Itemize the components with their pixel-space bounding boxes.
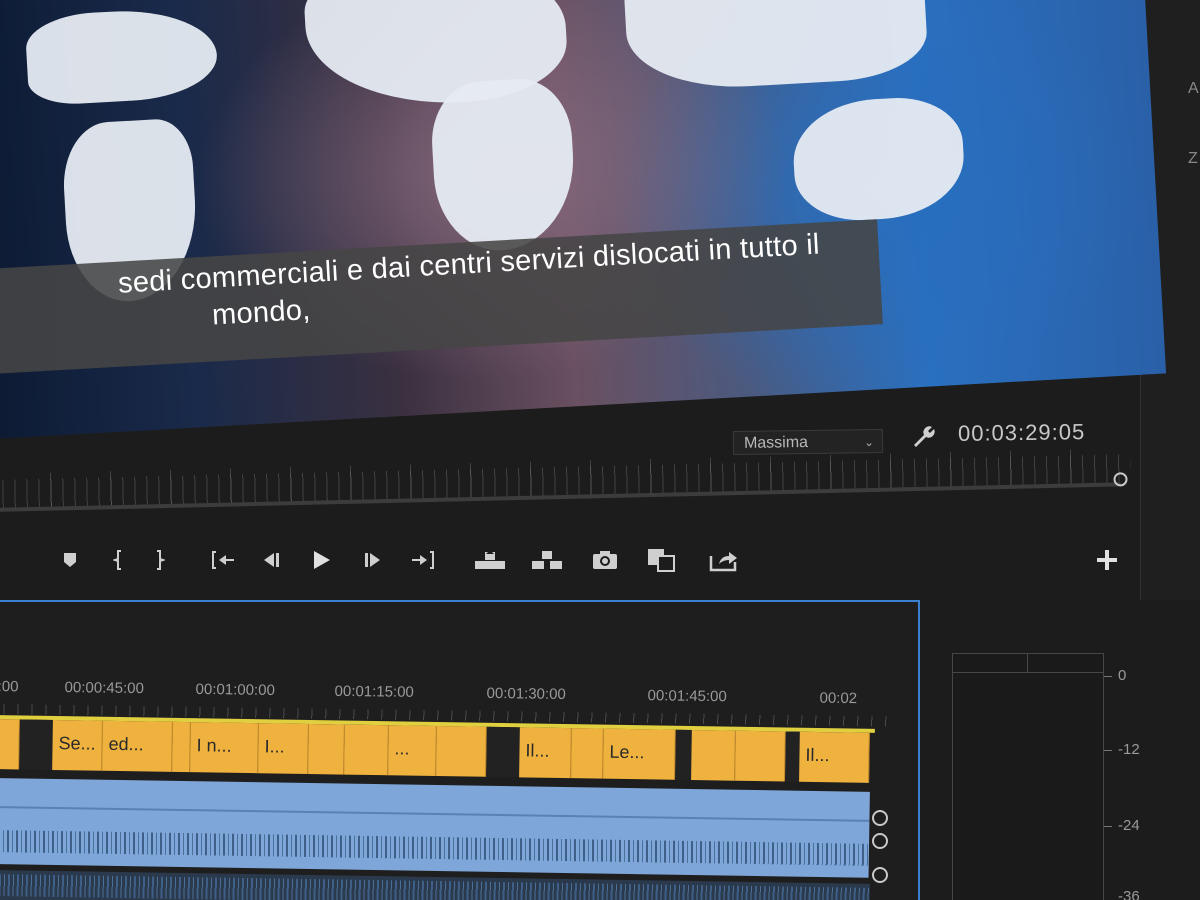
ruler-label-partial: :00 <box>0 678 19 696</box>
export-frame-icon[interactable] <box>590 540 620 580</box>
meter-tick <box>1104 676 1112 677</box>
add-marker-icon[interactable] <box>58 540 82 580</box>
playback-resolution-value: Massima <box>743 434 809 452</box>
caption-clip[interactable]: I... <box>258 723 309 775</box>
audio-meter-header <box>953 654 1103 673</box>
ruler-label-2-00: 00:02 <box>819 689 858 708</box>
ruler-major-ticks <box>0 448 1131 510</box>
ruler-label-1-45: 00:01:45:00 <box>647 687 727 706</box>
timeline-panel[interactable]: :00 00:00:45:00 00:01:00:00 00:01:15:00 … <box>0 600 920 900</box>
playhead-timecode[interactable]: 00:03:29:05 <box>958 419 1086 447</box>
meter-label-0: 0 <box>1118 667 1127 684</box>
comparison-view-icon[interactable] <box>644 540 680 580</box>
track-volume-knob[interactable] <box>872 833 888 849</box>
meter-label-12: -12 <box>1118 741 1140 758</box>
share-icon[interactable] <box>706 540 742 580</box>
audio-meter <box>952 653 1104 900</box>
step-forward-icon[interactable] <box>360 540 386 580</box>
caption-clip[interactable] <box>571 728 604 779</box>
caption-clip[interactable]: I n... <box>190 722 259 774</box>
ruler-label-1-30: 00:01:30:00 <box>486 684 566 704</box>
caption-gap <box>675 729 692 781</box>
zoom-handle[interactable] <box>1113 472 1128 487</box>
premiere-workspace: A Z sedi commerciali e dai centri serviz… <box>0 0 1200 900</box>
ruler-label-0-45: 00:00:45:00 <box>64 679 144 698</box>
right-panel-letter-z: Z <box>1188 150 1198 167</box>
caption-clip[interactable] <box>172 721 191 773</box>
meter-label-24: -24 <box>1118 817 1140 834</box>
caption-gap <box>785 731 800 782</box>
caption-clip[interactable] <box>0 718 20 770</box>
caption-gap <box>486 726 520 778</box>
extract-icon[interactable] <box>530 540 564 580</box>
go-to-out-icon[interactable] <box>408 540 438 580</box>
mark-in-icon[interactable] <box>108 540 128 580</box>
caption-clip[interactable]: Il... <box>799 731 870 783</box>
audio-waveform <box>0 873 870 900</box>
caption-clip[interactable]: ed... <box>102 720 173 772</box>
program-monitor-video: sedi commerciali e dai centri servizi di… <box>0 0 1167 440</box>
monitor-time-ruler[interactable] <box>0 444 1141 530</box>
caption-clip[interactable] <box>436 726 487 777</box>
caption-clip[interactable] <box>735 730 786 782</box>
caption-clip[interactable]: Se... <box>52 719 103 771</box>
ruler-label-1-00: 00:01:00:00 <box>195 680 275 699</box>
caption-clip[interactable] <box>691 730 736 781</box>
transport-controls <box>0 540 1200 584</box>
meter-label-36: -36 <box>1118 888 1140 900</box>
mark-out-icon[interactable] <box>150 540 170 580</box>
lift-icon[interactable] <box>473 540 507 580</box>
track-volume-knob[interactable] <box>872 810 888 826</box>
ruler-label-1-15: 00:01:15:00 <box>334 682 414 701</box>
caption-clip[interactable]: Il... <box>519 727 572 779</box>
go-to-in-icon[interactable] <box>208 540 238 580</box>
track-volume-knob[interactable] <box>872 867 888 883</box>
caption-clip[interactable]: Le... <box>603 728 676 780</box>
audio-waveform <box>0 829 870 866</box>
caption-track[interactable]: Se... ed... I n... I... ... Il... Le... … <box>0 715 875 789</box>
caption-clip[interactable]: ... <box>388 725 437 777</box>
settings-wrench-icon[interactable] <box>910 423 938 451</box>
audio-clip[interactable] <box>0 778 870 878</box>
audio-clip-band <box>0 805 870 822</box>
play-icon[interactable] <box>308 540 334 580</box>
caption-clip[interactable] <box>308 724 345 775</box>
caption-clip[interactable] <box>344 724 389 776</box>
audio-meter-divider <box>1027 654 1028 672</box>
meter-tick <box>1104 826 1112 827</box>
button-editor-plus-icon[interactable] <box>1094 540 1120 580</box>
meter-tick <box>1104 750 1112 751</box>
caption-gap <box>19 719 53 770</box>
right-panel-letter-a: A <box>1188 80 1199 97</box>
step-back-icon[interactable] <box>258 540 284 580</box>
